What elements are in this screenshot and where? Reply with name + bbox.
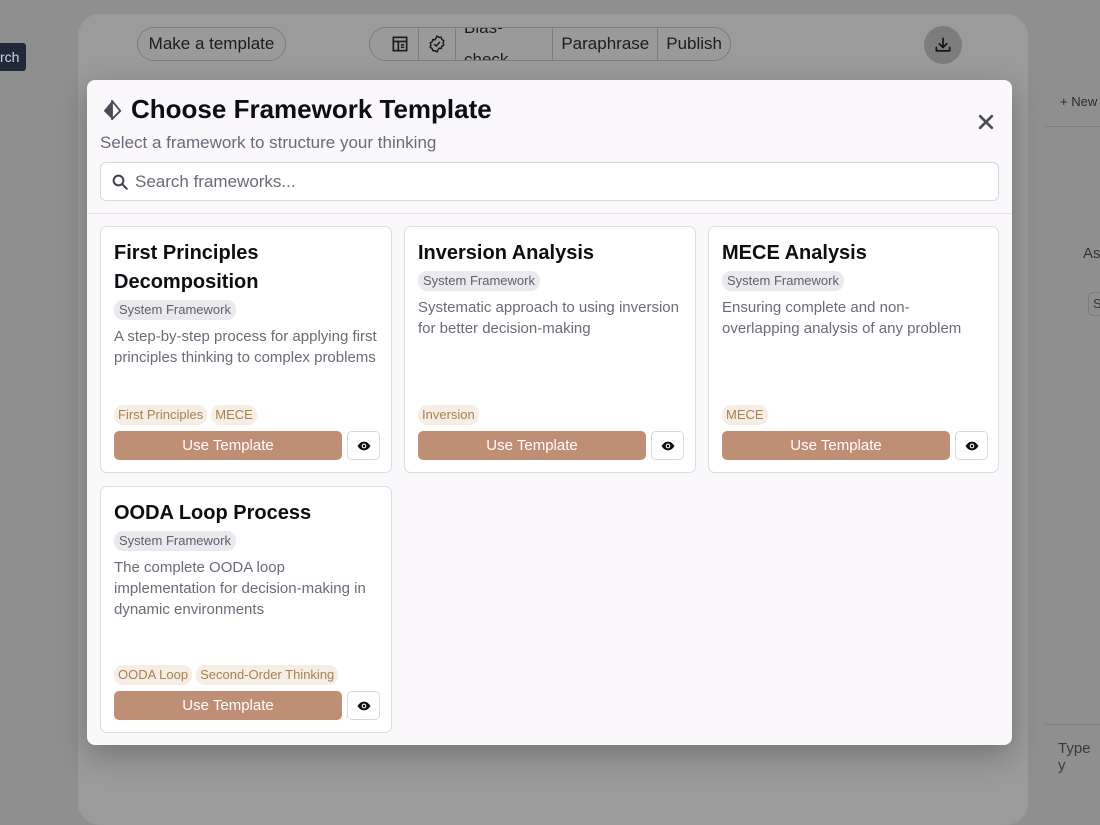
card-description: Ensuring complete and non-overlapping an… bbox=[722, 299, 962, 337]
eye-icon bbox=[661, 441, 674, 450]
assistant-text: As bbox=[1083, 245, 1100, 262]
template-grid: First Principles Decomposition System Fr… bbox=[100, 226, 999, 733]
system-framework-badge: System Framework bbox=[114, 300, 236, 320]
use-template-button[interactable]: Use Template bbox=[418, 431, 646, 460]
tag: MECE bbox=[722, 405, 768, 425]
eye-icon bbox=[357, 701, 370, 710]
template-card: First Principles Decomposition System Fr… bbox=[100, 226, 392, 473]
download-icon bbox=[935, 37, 951, 52]
use-template-button[interactable]: Use Template bbox=[722, 431, 950, 460]
new-chat-button[interactable]: + New bbox=[1060, 94, 1097, 109]
card-description: The complete OODA loop implementation fo… bbox=[114, 559, 366, 618]
chat-input[interactable]: Type y bbox=[1058, 740, 1100, 774]
tag: Inversion bbox=[418, 405, 479, 425]
tag: First Principles bbox=[114, 405, 208, 425]
card-title: Inversion Analysis bbox=[418, 242, 594, 264]
close-icon bbox=[978, 114, 994, 130]
search-box bbox=[100, 162, 999, 201]
modal-subtitle: Select a framework to structure your thi… bbox=[100, 133, 437, 152]
layout-icon bbox=[392, 36, 408, 52]
card-actions: Use Template bbox=[114, 431, 380, 460]
use-template-button[interactable]: Use Template bbox=[114, 431, 342, 460]
tag: OODA Loop bbox=[114, 665, 193, 685]
system-framework-badge: System Framework bbox=[418, 271, 540, 291]
framework-template-modal: Choose Framework Template Select a frame… bbox=[87, 80, 1012, 745]
make-template-button[interactable]: Make a template bbox=[137, 27, 286, 61]
tag-list: OODA Loop Second-Order Thinking bbox=[114, 665, 339, 685]
bias-check-button[interactable]: Bias-check bbox=[455, 28, 552, 60]
search-icon bbox=[112, 174, 128, 190]
modal-title: Choose Framework Template bbox=[131, 94, 492, 124]
download-button[interactable] bbox=[924, 26, 962, 64]
modal-header: Choose Framework Template Select a frame… bbox=[87, 80, 1012, 214]
system-framework-badge: System Framework bbox=[114, 531, 236, 551]
system-framework-badge: System Framework bbox=[722, 271, 844, 291]
card-title: OODA Loop Process bbox=[114, 502, 312, 524]
divider bbox=[1045, 126, 1100, 127]
paraphrase-button[interactable]: Paraphrase bbox=[552, 28, 657, 60]
template-card: MECE Analysis System Framework Ensuring … bbox=[708, 226, 999, 473]
tag-list: MECE bbox=[722, 405, 768, 425]
framework-icon bbox=[103, 99, 122, 120]
preview-button[interactable] bbox=[651, 431, 684, 460]
close-button[interactable] bbox=[974, 110, 998, 134]
preview-button[interactable] bbox=[347, 431, 380, 460]
sidebar-search-button[interactable]: rch bbox=[0, 43, 26, 71]
card-actions: Use Template bbox=[722, 431, 988, 460]
badge-check-icon bbox=[429, 34, 445, 54]
layout-button[interactable] bbox=[370, 28, 418, 60]
tag: Second-Order Thinking bbox=[196, 665, 339, 685]
card-actions: Use Template bbox=[114, 691, 380, 720]
card-actions: Use Template bbox=[418, 431, 684, 460]
use-template-button[interactable]: Use Template bbox=[114, 691, 342, 720]
card-title: MECE Analysis bbox=[722, 242, 867, 264]
preview-button[interactable] bbox=[955, 431, 988, 460]
template-card: Inversion Analysis System Framework Syst… bbox=[404, 226, 696, 473]
eye-icon bbox=[357, 441, 370, 450]
search-input[interactable] bbox=[135, 171, 995, 192]
eye-icon bbox=[965, 441, 978, 450]
verify-button[interactable] bbox=[418, 28, 455, 60]
card-title: First Principles Decomposition bbox=[114, 242, 259, 293]
tag-list: Inversion bbox=[418, 405, 479, 425]
modal-title-row: Choose Framework Template bbox=[101, 94, 492, 125]
template-card: OODA Loop Process System Framework The c… bbox=[100, 486, 392, 733]
divider bbox=[1045, 724, 1100, 725]
tag: MECE bbox=[211, 405, 257, 425]
card-description: A step-by-step process for applying firs… bbox=[114, 328, 377, 366]
editor-toolbar: Bias-check Paraphrase Publish bbox=[369, 27, 731, 61]
publish-button[interactable]: Publish bbox=[657, 28, 730, 60]
suggestion-chip[interactable]: S bbox=[1088, 292, 1100, 316]
card-description: Systematic approach to using inversion f… bbox=[418, 299, 679, 337]
tag-list: First Principles MECE bbox=[114, 405, 257, 425]
preview-button[interactable] bbox=[347, 691, 380, 720]
